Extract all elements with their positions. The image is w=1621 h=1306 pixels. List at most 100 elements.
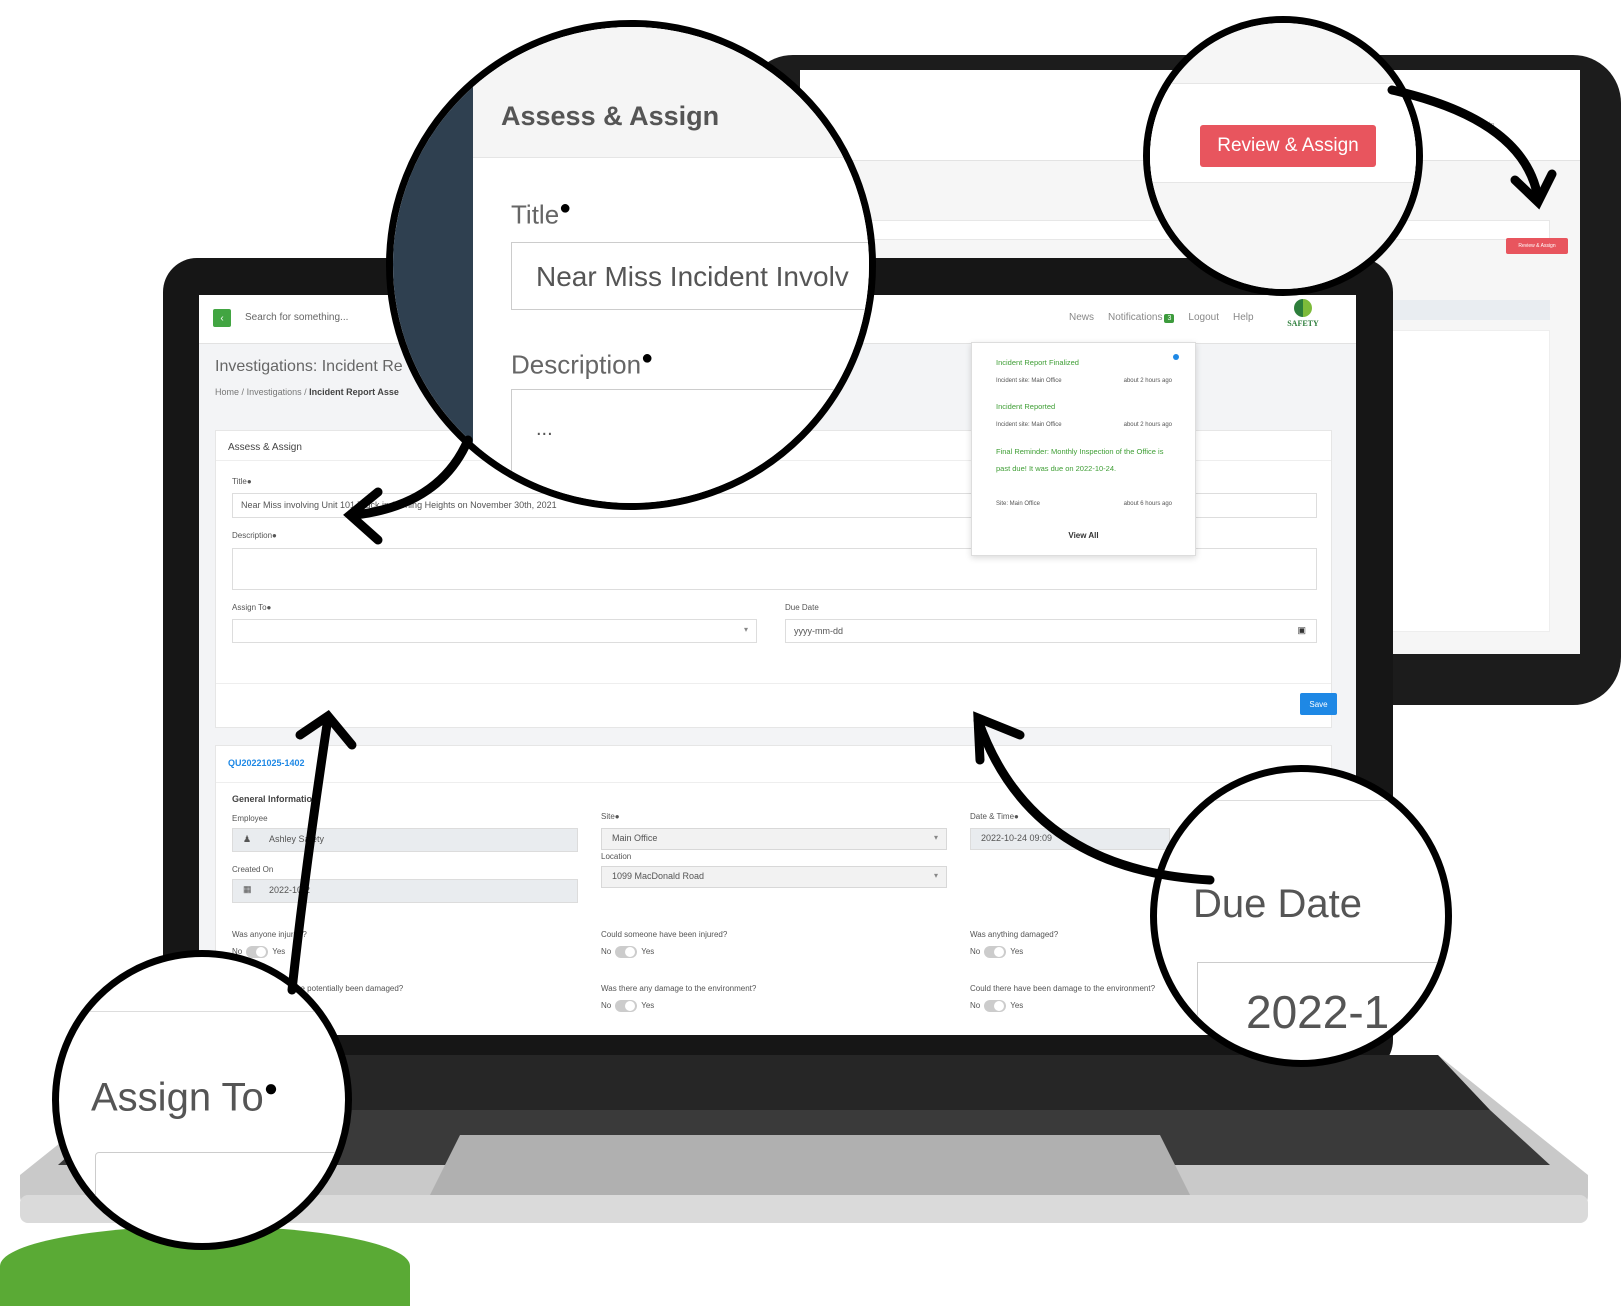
- site-label-text: Site: [601, 812, 615, 821]
- due-date-callout: Due Date 2022-1: [1150, 765, 1452, 1067]
- question-label: Was anyone injured?: [232, 930, 307, 939]
- callout-description-input[interactable]: ...: [511, 389, 869, 503]
- top-nav: News Notifications 3 Logout Help: [1069, 312, 1254, 323]
- due-date-input[interactable]: yyyy-mm-dd ▣: [785, 619, 1317, 643]
- environment-damage-toggle[interactable]: [615, 1000, 638, 1012]
- toggle-row: No Yes: [970, 1000, 1023, 1012]
- required-dot-icon: ●: [641, 347, 654, 369]
- assign-to-select[interactable]: ▾: [232, 619, 757, 643]
- notification-title[interactable]: Incident Report Finalized: [996, 355, 1176, 370]
- toggle-yes-label: Yes: [272, 947, 286, 957]
- calendar-icon[interactable]: ▣: [1297, 625, 1306, 636]
- notifications-link[interactable]: Notifications 3: [1108, 312, 1175, 323]
- required-dot-icon: ●: [266, 603, 272, 612]
- review-assign-callout: Review & Assign: [1143, 16, 1423, 296]
- required-dot-icon: ●: [559, 197, 572, 219]
- chevron-down-icon: ▾: [933, 833, 938, 842]
- notification-site: Incident site: Main Office: [996, 422, 1062, 428]
- datetime-label: Date & Time●: [970, 812, 1019, 821]
- callout-due-date-input[interactable]: 2022-1: [1197, 962, 1445, 1060]
- notification-meta: Incident site: Main Office about 2 hours …: [996, 422, 1172, 428]
- toggle-no-label: No: [601, 947, 612, 957]
- help-link[interactable]: Help: [1233, 312, 1254, 323]
- section-title: General Information: [232, 794, 318, 804]
- location-select[interactable]: 1099 MacDonald Road ▾: [601, 866, 947, 888]
- divider: [1157, 800, 1445, 801]
- notification-time: about 2 hours ago: [1123, 378, 1172, 384]
- callout-title-label-text: Title: [511, 199, 560, 230]
- assign-to-label-text: Assign To: [232, 603, 267, 612]
- leaf-logo-icon: [1294, 299, 1312, 317]
- datetime-label-text: Date & Time: [970, 812, 1015, 821]
- breadcrumb-current: Incident Report Asse: [309, 387, 399, 397]
- breadcrumb-home[interactable]: Home: [215, 387, 239, 397]
- notification-meta: Incident site: Main Office about 2 hours …: [996, 378, 1172, 384]
- created-on-value: 2022-10-2: [269, 885, 311, 895]
- assess-assign-callout: Assess & Assign Title● Near Miss Inciden…: [386, 20, 876, 510]
- user-icon: ♟: [243, 834, 252, 844]
- logout-link[interactable]: Logout: [1188, 312, 1219, 323]
- injured-toggle[interactable]: [246, 946, 269, 958]
- notification-meta: Site: Main Office about 6 hours ago: [996, 501, 1172, 507]
- save-button[interactable]: Save: [1300, 693, 1337, 715]
- description-label: Description●: [232, 531, 277, 540]
- callout-assign-to-label: Assign To●: [91, 1075, 278, 1120]
- callout-title-label: Title●: [511, 197, 571, 231]
- toggle-no-label: No: [970, 1001, 981, 1011]
- callout-heading: Assess & Assign: [501, 101, 720, 131]
- sidebar-toggle-button[interactable]: ‹: [213, 309, 231, 327]
- divider: [59, 1011, 345, 1012]
- due-date-label: Due Date: [785, 603, 819, 612]
- tablet-review-assign-button[interactable]: Review & Assign: [1506, 238, 1568, 254]
- callout-due-date-label: Due Date: [1193, 882, 1362, 926]
- notification-title[interactable]: Incident Reported: [996, 399, 1176, 414]
- divider: [216, 782, 1331, 783]
- callout-assign-to-label-text: Assign To: [91, 1075, 264, 1120]
- tablet-help-link[interactable]: Help: [1480, 122, 1494, 129]
- notification-title[interactable]: Final Reminder: Monthly Inspection of th…: [996, 443, 1168, 477]
- location-value: 1099 MacDonald Road: [612, 871, 705, 881]
- description-label-text: Description: [232, 531, 273, 540]
- safety-logo: SAFETY: [1281, 299, 1325, 339]
- question-label: Was there any damage to the environment?: [601, 984, 757, 993]
- card-footer-divider: [216, 683, 1331, 684]
- callout-assign-to-select[interactable]: [95, 1152, 345, 1243]
- search-input[interactable]: Search for something...: [245, 312, 348, 323]
- location-label: Location: [601, 852, 632, 861]
- callout-description-label: Description●: [511, 347, 653, 381]
- toggle-no-label: No: [601, 1001, 612, 1011]
- callout-header: [473, 27, 869, 158]
- damaged-toggle[interactable]: [984, 946, 1007, 958]
- site-value: Main Office: [612, 833, 658, 843]
- callout-title-input[interactable]: Near Miss Incident Involv: [511, 242, 869, 310]
- news-link[interactable]: News: [1069, 312, 1094, 323]
- breadcrumb-separator: /: [304, 387, 307, 397]
- question-label: Was anything damaged?: [970, 930, 1059, 939]
- created-on-field: ▦ 2022-10-2: [232, 879, 578, 903]
- chevron-down-icon: ▾: [933, 871, 938, 880]
- tablet-nav: Help: [1480, 122, 1494, 129]
- calendar-icon: ▦: [243, 884, 252, 894]
- view-all-link[interactable]: View All: [972, 531, 1195, 540]
- required-dot-icon: ●: [1014, 812, 1019, 821]
- toggle-no-label: No: [970, 947, 981, 957]
- could-be-injured-toggle[interactable]: [615, 946, 638, 958]
- toggle-row: No Yes: [970, 946, 1023, 958]
- toggle-row: No Yes: [601, 1000, 654, 1012]
- toggle-yes-label: Yes: [641, 947, 655, 957]
- datetime-field[interactable]: 2022-10-24 09:09: [970, 828, 1170, 850]
- page-title: Investigations: Incident Re: [215, 358, 403, 375]
- notification-time: about 2 hours ago: [1123, 422, 1172, 428]
- review-assign-button[interactable]: Review & Assign: [1200, 125, 1376, 167]
- notifications-dropdown: Incident Report Finalized Incident site:…: [971, 342, 1196, 556]
- could-environment-damage-toggle[interactable]: [984, 1000, 1007, 1012]
- toggle-row: No Yes: [601, 946, 654, 958]
- tablet-logo: [1544, 112, 1570, 142]
- sidebar-strip: [393, 27, 483, 503]
- toggle-yes-label: Yes: [1010, 1001, 1024, 1011]
- callout-description-label-text: Description: [511, 349, 642, 380]
- breadcrumb-investigations[interactable]: Investigations: [247, 387, 302, 397]
- toggle-yes-label: Yes: [1010, 947, 1024, 957]
- record-id-link[interactable]: QU20221025-1402: [228, 758, 305, 768]
- site-select[interactable]: Main Office ▾: [601, 828, 947, 850]
